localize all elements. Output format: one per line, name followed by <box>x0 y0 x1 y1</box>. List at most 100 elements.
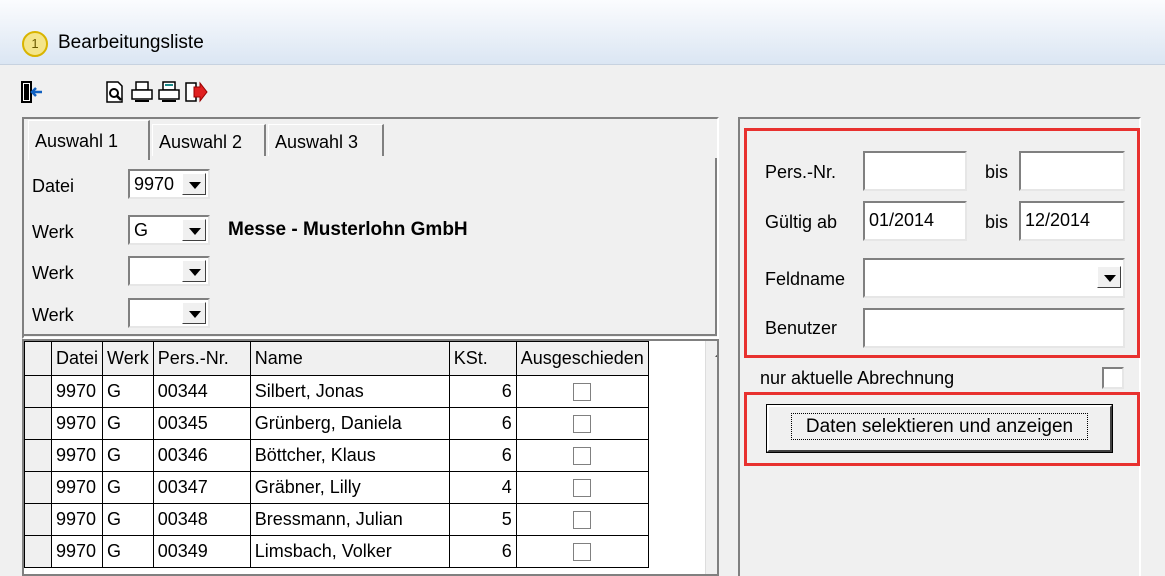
chevron-down-icon[interactable] <box>182 302 206 324</box>
cell-werk[interactable]: G <box>102 535 154 568</box>
row-selector[interactable] <box>24 503 52 536</box>
cell-ausgeschieden[interactable] <box>515 375 649 408</box>
werk-select-1[interactable]: G <box>128 215 210 245</box>
row-selector-header[interactable] <box>24 341 52 376</box>
select-and-show-label: Daten selektieren und anzeigen <box>790 413 1089 440</box>
benutzer-label: Benutzer <box>765 318 838 338</box>
table-header-row: Datei Werk Pers.-Nr. Name KSt. Ausgeschi… <box>24 341 649 376</box>
table-row[interactable]: 9970 G 00349 Limsbach, Volker 6 <box>24 535 649 568</box>
cell-name[interactable]: Silbert, Jonas <box>249 375 450 408</box>
col-header-ausgeschieden[interactable]: Ausgeschieden <box>515 341 649 376</box>
cell-kst[interactable]: 6 <box>448 375 517 408</box>
tab-auswahl-1[interactable]: Auswahl 1 <box>28 120 150 160</box>
ausgeschieden-checkbox[interactable] <box>573 543 592 562</box>
pers-nr-from-input[interactable] <box>863 151 967 191</box>
print-setup-icon[interactable] <box>157 80 181 104</box>
ausgeschieden-checkbox[interactable] <box>573 447 592 466</box>
werk-label-3: Werk <box>32 305 74 325</box>
col-header-datei[interactable]: Datei <box>50 341 104 376</box>
chevron-down-icon[interactable] <box>182 219 206 241</box>
pers-nr-to-input[interactable] <box>1019 151 1125 191</box>
export-icon[interactable] <box>184 80 208 104</box>
cell-persnr[interactable]: 00347 <box>152 471 251 504</box>
col-header-persnr[interactable]: Pers.-Nr. <box>152 341 251 376</box>
col-header-kst[interactable]: KSt. <box>448 341 517 376</box>
benutzer-input[interactable] <box>863 308 1125 348</box>
cell-persnr[interactable]: 00345 <box>152 407 251 440</box>
row-selector[interactable] <box>24 535 52 568</box>
chevron-down-icon[interactable] <box>182 260 206 282</box>
cell-ausgeschieden[interactable] <box>515 407 649 440</box>
row-selector[interactable] <box>24 439 52 472</box>
preview-icon[interactable] <box>103 80 127 104</box>
feldname-label: Feldname <box>765 269 846 289</box>
ausgeschieden-checkbox[interactable] <box>573 511 592 530</box>
table-row[interactable]: 9970 G 00348 Bressmann, Julian 5 <box>24 503 649 536</box>
cell-ausgeschieden[interactable] <box>515 503 649 536</box>
cell-datei[interactable]: 9970 <box>50 375 104 408</box>
cell-ausgeschieden[interactable] <box>515 471 649 504</box>
cell-datei[interactable]: 9970 <box>50 439 104 472</box>
nur-aktuelle-checkbox[interactable] <box>1102 367 1124 389</box>
cell-kst[interactable]: 4 <box>448 471 517 504</box>
scroll-up-icon[interactable] <box>715 351 717 357</box>
print-icon[interactable] <box>130 80 154 104</box>
cell-kst[interactable]: 6 <box>448 407 517 440</box>
werk-select-2[interactable] <box>128 256 210 286</box>
row-selector[interactable] <box>24 375 52 408</box>
cell-datei[interactable]: 9970 <box>50 535 104 568</box>
row-selector[interactable] <box>24 471 52 504</box>
cell-datei[interactable]: 9970 <box>50 407 104 440</box>
nur-aktuelle-label: nur aktuelle Abrechnung <box>760 368 955 388</box>
werk-value-1: G <box>134 220 149 240</box>
chevron-down-icon[interactable] <box>182 173 206 195</box>
tab-auswahl-3[interactable]: Auswahl 3 <box>268 124 384 156</box>
app-number-icon: 1 <box>22 31 48 57</box>
table-row[interactable]: 9970 G 00347 Gräbner, Lilly 4 <box>24 471 649 504</box>
cell-werk[interactable]: G <box>102 503 154 536</box>
pers-nr-bis-label: bis <box>985 162 1009 182</box>
ausgeschieden-checkbox[interactable] <box>573 479 592 498</box>
cell-name[interactable]: Limsbach, Volker <box>249 535 450 568</box>
cell-kst[interactable]: 5 <box>448 503 517 536</box>
gueltig-bis-label: bis <box>985 212 1009 232</box>
vertical-scrollbar[interactable] <box>705 341 717 574</box>
cell-persnr[interactable]: 00346 <box>152 439 251 472</box>
feldname-select[interactable] <box>863 258 1125 298</box>
cell-werk[interactable]: G <box>102 375 154 408</box>
gueltig-to-input[interactable]: 12/2014 <box>1019 201 1125 241</box>
ausgeschieden-checkbox[interactable] <box>573 415 592 434</box>
cell-name[interactable]: Böttcher, Klaus <box>249 439 450 472</box>
cell-werk[interactable]: G <box>102 439 154 472</box>
table-row[interactable]: 9970 G 00346 Böttcher, Klaus 6 <box>24 439 649 472</box>
cell-persnr[interactable]: 00348 <box>152 503 251 536</box>
cell-werk[interactable]: G <box>102 471 154 504</box>
cell-name[interactable]: Bressmann, Julian <box>249 503 450 536</box>
select-and-show-button[interactable]: Daten selektieren und anzeigen <box>766 404 1113 453</box>
datei-select[interactable]: 9970 <box>128 169 210 199</box>
cell-kst[interactable]: 6 <box>448 439 517 472</box>
row-selector[interactable] <box>24 407 52 440</box>
ausgeschieden-checkbox[interactable] <box>573 383 592 402</box>
cell-datei[interactable]: 9970 <box>50 471 104 504</box>
werk-select-3[interactable] <box>128 298 210 328</box>
gueltig-from-input[interactable]: 01/2014 <box>863 201 967 241</box>
table-row[interactable]: 9970 G 00345 Grünberg, Daniela 6 <box>24 407 649 440</box>
cell-ausgeschieden[interactable] <box>515 439 649 472</box>
werk-label: Werk <box>32 222 74 242</box>
chevron-down-icon[interactable] <box>1097 266 1121 288</box>
tab-auswahl-2[interactable]: Auswahl 2 <box>152 124 266 156</box>
cell-datei[interactable]: 9970 <box>50 503 104 536</box>
cell-werk[interactable]: G <box>102 407 154 440</box>
cell-name[interactable]: Grünberg, Daniela <box>249 407 450 440</box>
cell-ausgeschieden[interactable] <box>515 535 649 568</box>
employee-grid[interactable]: Datei Werk Pers.-Nr. Name KSt. Ausgeschi… <box>22 339 719 576</box>
cell-persnr[interactable]: 00344 <box>152 375 251 408</box>
cell-persnr[interactable]: 00349 <box>152 535 251 568</box>
table-row[interactable]: 9970 G 00344 Silbert, Jonas 6 <box>24 375 649 408</box>
col-header-name[interactable]: Name <box>249 341 450 376</box>
exit-icon[interactable] <box>20 80 44 104</box>
cell-name[interactable]: Gräbner, Lilly <box>249 471 450 504</box>
cell-kst[interactable]: 6 <box>448 535 517 568</box>
col-header-werk[interactable]: Werk <box>102 341 154 376</box>
